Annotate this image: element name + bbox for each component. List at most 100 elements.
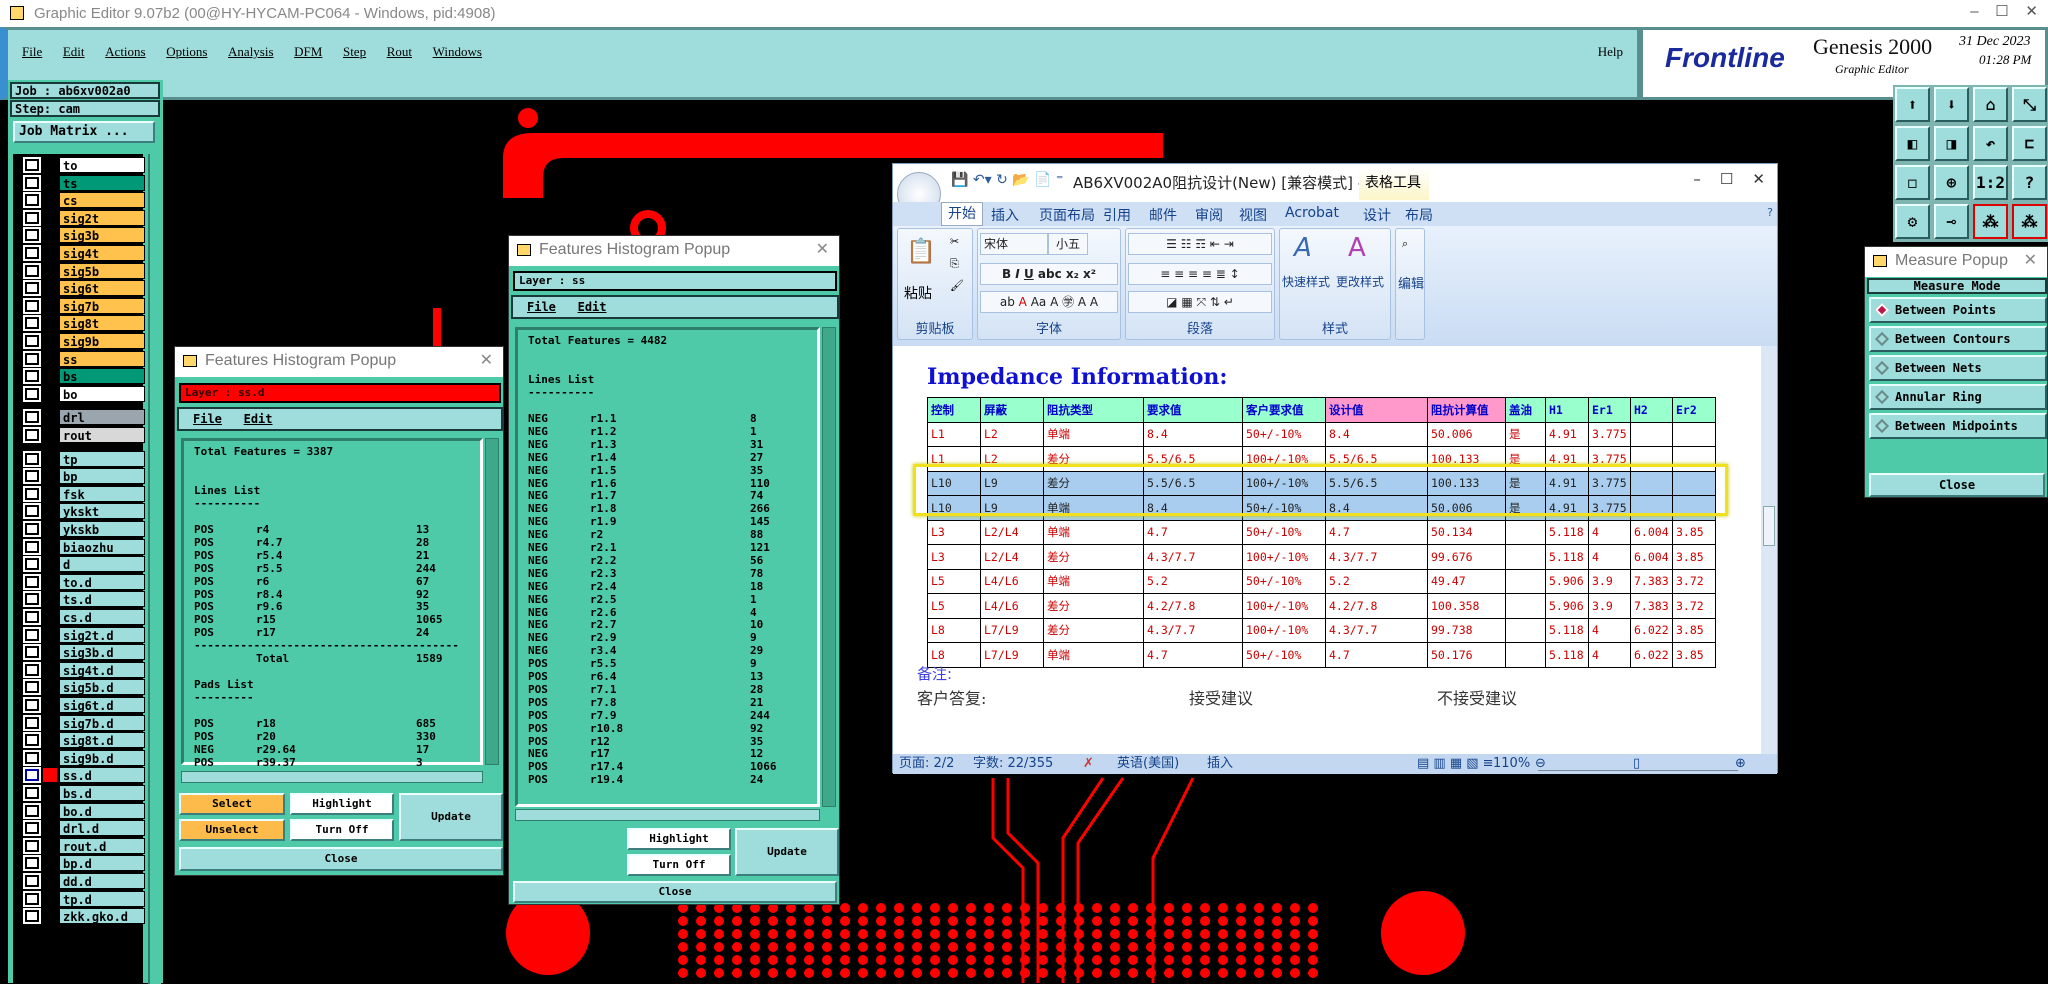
radio-icon[interactable]: [1874, 389, 1890, 405]
netlist2-icon[interactable]: ⁂: [2012, 204, 2047, 239]
table-cell[interactable]: L7/L9: [980, 642, 1044, 668]
insert-mode[interactable]: 插入: [1207, 754, 1233, 774]
probe-icon[interactable]: ⊸: [1934, 204, 1969, 239]
layer-row-ts.d[interactable]: ts.d: [21, 591, 146, 608]
ribbon-tab-5[interactable]: 审阅: [1195, 205, 1223, 225]
shading-buttons[interactable]: ◪ ▦ ⤧ ⇅ ↵: [1128, 291, 1272, 313]
horizontal-scrollbar[interactable]: [181, 771, 483, 783]
layer-name[interactable]: sig4t.d: [59, 661, 145, 678]
document-page[interactable]: Impedance Information: 控制 屏蔽 阻抗类型 要求值 客户要求值设…: [893, 346, 1761, 756]
layer-checkbox[interactable]: [25, 429, 39, 441]
layer-checkbox[interactable]: [25, 487, 39, 500]
radio-icon[interactable]: [1874, 418, 1890, 434]
table-cell[interactable]: 5.906: [1545, 568, 1589, 594]
layer-name[interactable]: sig5b: [59, 262, 145, 279]
measure-option-between-nets[interactable]: Between Nets: [1869, 355, 2047, 381]
table-cell[interactable]: L2/L4: [980, 519, 1044, 545]
pan-right-icon[interactable]: ◨: [1934, 126, 1969, 161]
layer-checkbox[interactable]: [25, 787, 39, 799]
layer-checkbox[interactable]: [25, 211, 39, 224]
update-button[interactable]: Update: [735, 828, 839, 876]
layer-name[interactable]: fsk: [59, 485, 145, 502]
layer-checkbox[interactable]: [25, 370, 39, 383]
radio-icon[interactable]: [1874, 302, 1890, 318]
menu-file[interactable]: File: [22, 44, 42, 60]
table-cell[interactable]: 8.4: [1325, 421, 1428, 447]
ribbon-tab-6[interactable]: 视图: [1239, 205, 1267, 225]
reject-option[interactable]: 不接受建议: [1437, 685, 1517, 709]
table-cell[interactable]: 4.3/7.7: [1143, 544, 1243, 570]
measure-option-between-points[interactable]: Between Points: [1869, 297, 2047, 323]
table-cell[interactable]: L5: [927, 568, 981, 594]
layer-row-bs[interactable]: bs: [21, 368, 146, 385]
layer-name[interactable]: sig6t: [59, 280, 145, 297]
layer-row-sig5b[interactable]: sig5b: [21, 262, 146, 279]
layer-checkbox[interactable]: [25, 751, 39, 764]
table-cell[interactable]: 3.9: [1588, 568, 1631, 594]
layer-name[interactable]: to.d: [59, 573, 145, 590]
table-row[interactable]: L8 L7/L9 差分 4.3/7.7 100+/-10% 4.3/7.7 99.738 5.…: [927, 617, 1716, 643]
layer-row-drl.d[interactable]: drl.d: [21, 820, 146, 837]
table-cell[interactable]: 3.72: [1672, 593, 1716, 619]
layer-checkbox[interactable]: [25, 387, 39, 400]
table-cell[interactable]: L2: [980, 421, 1044, 447]
table-cell[interactable]: 100+/-10%: [1242, 544, 1326, 570]
turn-off-button[interactable]: Turn Off: [627, 854, 731, 876]
ribbon-tab-4[interactable]: 邮件: [1149, 205, 1177, 225]
layer-list-scrollbar[interactable]: [148, 154, 161, 984]
paste-button[interactable]: 粘贴: [904, 283, 932, 303]
layer-row-d[interactable]: d: [21, 556, 146, 573]
table-cell[interactable]: 差分: [1043, 544, 1144, 570]
layer-name[interactable]: sig3b: [59, 227, 145, 244]
highlight-button[interactable]: Highlight: [627, 828, 731, 850]
layer-row-cs.d[interactable]: cs.d: [21, 609, 146, 625]
netlist-icon[interactable]: ⁂: [1973, 204, 2008, 239]
layer-row-zkk.gko.d[interactable]: zkk.gko.d: [21, 908, 146, 925]
select-button[interactable]: Select: [179, 793, 285, 815]
document-scrollbar[interactable]: [1761, 346, 1777, 756]
editing-button[interactable]: 编辑: [1398, 273, 1424, 292]
table-cell[interactable]: [1505, 519, 1546, 545]
zoom-in-icon[interactable]: ⊕: [1934, 165, 1969, 200]
table-cell[interactable]: 100+/-10%: [1242, 617, 1326, 643]
quick-styles-icon[interactable]: A: [1294, 233, 1312, 263]
vertical-scrollbar[interactable]: [822, 327, 836, 807]
layer-row-sig9b[interactable]: sig9b: [21, 333, 146, 349]
table-cell[interactable]: 4.7: [1143, 642, 1243, 668]
layer-row-bp.d[interactable]: bp.d: [21, 855, 146, 872]
help-icon[interactable]: ?: [2012, 165, 2047, 200]
format-painter-icon[interactable]: 🖌: [950, 279, 964, 292]
impedance-table[interactable]: 控制 屏蔽 阻抗类型 要求值 客户要求值 设计值 阻抗计算值 盖油 H1 Er1 H2 Er2 L1 L2…: [927, 397, 1716, 668]
layer-row-tp[interactable]: tp: [21, 450, 146, 467]
layer-name[interactable]: bp.d: [59, 855, 145, 872]
menu-windows[interactable]: Windows: [433, 44, 482, 60]
layer-checkbox[interactable]: [25, 910, 39, 923]
layer-row-ss.d[interactable]: ss.d: [21, 767, 146, 784]
table-cell[interactable]: L4/L6: [980, 568, 1044, 594]
table-cell[interactable]: 4.3/7.7: [1325, 544, 1428, 570]
layer-row-sig2t[interactable]: sig2t: [21, 209, 146, 226]
layer-name[interactable]: bs.d: [59, 785, 145, 801]
table-cell[interactable]: 7.383: [1630, 593, 1673, 619]
turn-off-button[interactable]: Turn Off: [290, 819, 394, 841]
layer-checkbox[interactable]: [25, 176, 39, 189]
histogram-text-area[interactable]: Total Features = 3387 Lines List ---------…: [181, 438, 483, 769]
table-cell[interactable]: 5.2: [1325, 568, 1428, 594]
table-cell[interactable]: 100.358: [1427, 593, 1506, 619]
layer-checkbox[interactable]: [25, 264, 39, 277]
table-row[interactable]: L8 L7/L9 单端 4.7 50+/-10% 4.7 50.176 5.118 4 6.022…: [927, 642, 1716, 668]
layer-name[interactable]: ykskt: [59, 503, 145, 520]
table-cell[interactable]: 99.738: [1427, 617, 1506, 643]
layer-checkbox[interactable]: [25, 716, 39, 729]
word-count[interactable]: 字数: 22/355: [973, 754, 1053, 774]
menu-edit[interactable]: Edit: [63, 44, 85, 60]
layer-checkbox[interactable]: [25, 299, 39, 312]
table-cell[interactable]: 单端: [1043, 642, 1144, 668]
table-cell[interactable]: 单端: [1043, 519, 1144, 545]
table-cell[interactable]: 3.85: [1672, 544, 1716, 570]
view-top-icon[interactable]: ⬆: [1895, 87, 1930, 122]
layer-name[interactable]: cs: [59, 192, 145, 209]
layer-checkbox[interactable]: [25, 804, 39, 817]
table-cell[interactable]: 5.906: [1545, 593, 1589, 619]
table-cell[interactable]: L5: [927, 593, 981, 619]
